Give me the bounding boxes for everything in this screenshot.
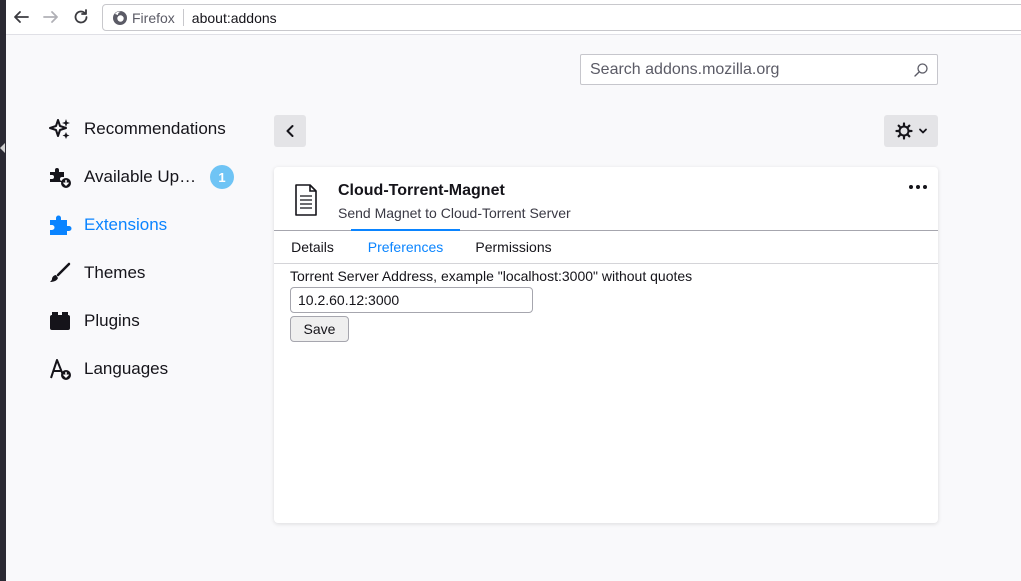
tab-preferences[interactable]: Preferences [351,229,460,264]
back-button[interactable] [274,115,306,147]
edge-arrow-icon [0,143,5,153]
url-bar[interactable]: Firefox about:addons [102,4,1021,31]
sidebar-item-extensions[interactable]: Extensions [48,201,248,249]
more-options-button[interactable] [908,179,928,195]
url-text[interactable]: about:addons [192,10,277,26]
chevron-left-icon [286,125,294,137]
document-icon [295,184,317,216]
server-address-label: Torrent Server Address, example "localho… [290,268,693,284]
sparkles-icon [48,117,72,141]
sidebar-item-label: Available Up… [84,167,197,186]
sidebar-item-plugins[interactable]: Plugins [48,297,248,345]
arrow-right-icon [43,11,58,23]
window-edge [0,0,6,581]
tab-permissions[interactable]: Permissions [475,231,552,264]
addon-card: Cloud-Torrent-Magnet Send Magnet to Clou… [274,167,938,523]
browser-toolbar: Firefox about:addons [6,0,1021,35]
chevron-down-icon [918,128,927,134]
puzzle-icon [48,213,72,237]
sidebar-item-label: Themes [84,263,146,282]
identity-label: Firefox [132,9,175,26]
tools-menu-button[interactable] [884,115,938,147]
addon-name: Cloud-Torrent-Magnet [338,182,505,199]
server-address-input[interactable] [290,287,533,313]
back-nav-button[interactable] [9,5,33,29]
search-input[interactable] [581,60,913,79]
save-button[interactable]: Save [290,316,349,342]
brush-icon [48,261,72,285]
sidebar-item-label: Languages [84,359,169,378]
firefox-icon [113,10,127,25]
sidebar-item-label: Extensions [84,215,168,234]
search-icon[interactable] [913,62,929,78]
plugin-icon [48,309,72,333]
preferences-panel: Torrent Server Address, example "localho… [290,268,692,342]
sidebar-item-recommendations[interactable]: Recommendations [48,105,248,153]
sidebar-item-label: Plugins [84,311,140,330]
reload-icon [74,9,88,24]
tab-details[interactable]: Details [290,231,335,264]
addon-card-header: Cloud-Torrent-Magnet Send Magnet to Clou… [274,167,938,231]
gear-icon [894,122,913,140]
update-count-badge: 1 [210,165,234,189]
search-box[interactable] [580,54,938,85]
arrow-left-icon [14,11,29,23]
sidebar-item-themes[interactable]: Themes [48,249,248,297]
addon-description: Send Magnet to Cloud-Torrent Server [338,205,571,221]
forward-nav-button[interactable] [39,5,63,29]
sidebar-item-languages[interactable]: Languages [48,345,248,393]
url-separator [182,9,184,26]
addon-tabs: Details Preferences Permissions [274,229,938,264]
reload-button[interactable] [69,5,93,29]
sidebar-item-available-updates[interactable]: Available Up… 1 [48,153,248,201]
puzzle-update-icon [48,165,72,189]
language-icon [48,357,72,381]
sidebar-item-label: Recommendations [84,119,226,138]
more-options-icon [909,185,927,189]
categories-sidebar: Recommendations Available Up… 1 Extensio… [48,105,248,393]
